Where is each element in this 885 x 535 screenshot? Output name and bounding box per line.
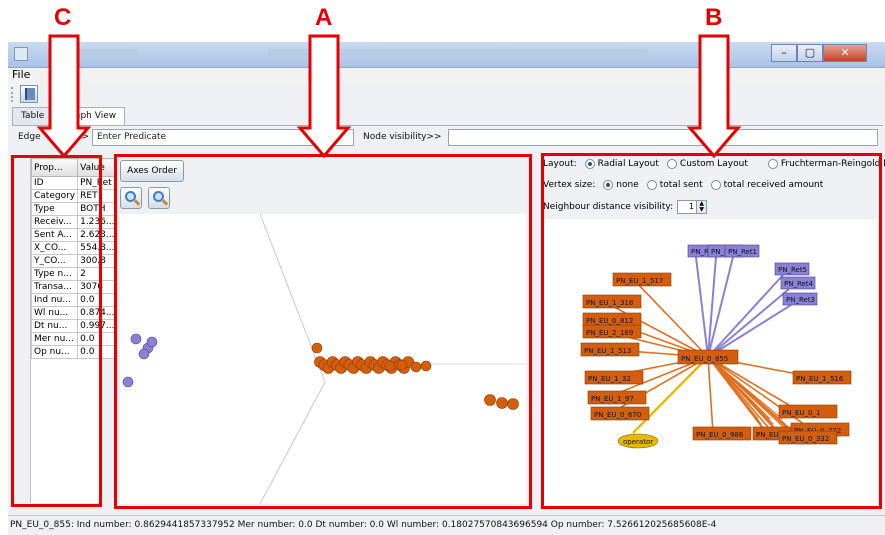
arrow-c-icon — [36, 34, 92, 159]
annotation-letter-a: A — [315, 4, 333, 31]
annotation-box-a — [114, 154, 532, 509]
screenshot-root: – ▢ ✕ File Table Graph View Edge >> Ente… — [0, 0, 885, 535]
arrow-a-icon — [296, 34, 352, 159]
annotation-box-c — [11, 155, 102, 507]
arrow-b-icon — [686, 34, 742, 159]
annotation-box-b — [541, 153, 882, 509]
annotation-letter-b: B — [705, 4, 723, 31]
annotation-letter-c: C — [54, 4, 72, 31]
annotation-arrows — [36, 34, 742, 159]
